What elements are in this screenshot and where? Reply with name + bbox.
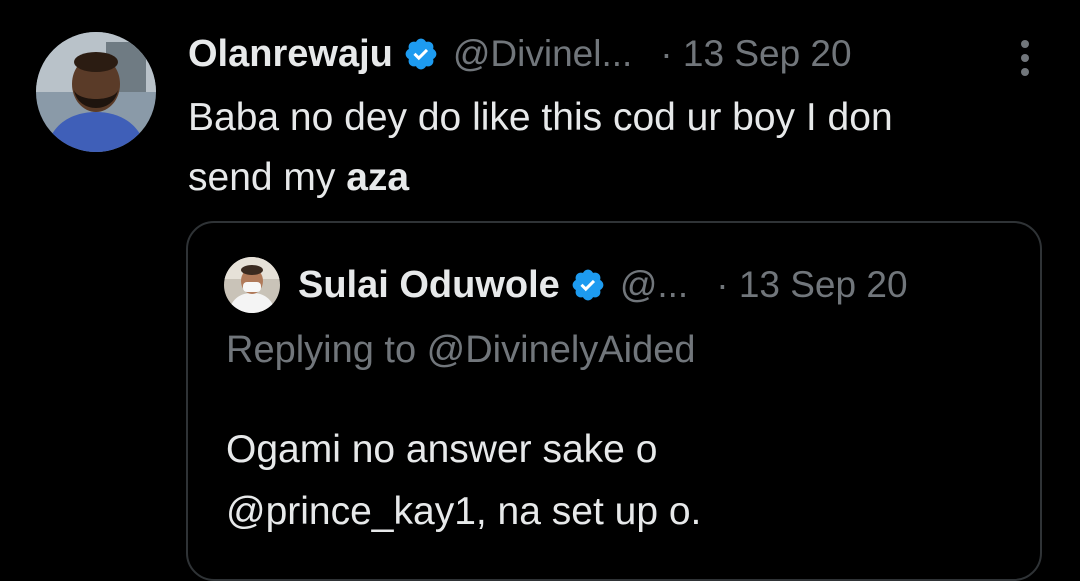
avatar[interactable] (36, 32, 156, 152)
display-name[interactable]: Olanrewaju (188, 33, 393, 76)
tweet-text-line1: Baba no dey do like this cod ur boy I do… (188, 96, 893, 139)
replying-to[interactable]: Replying to @DivinelyAided (226, 329, 695, 372)
quoted-handle[interactable]: @... (620, 264, 688, 306)
quoted-text-line2: @prince_kay1, na set up o. (226, 490, 702, 533)
verified-badge-icon (403, 36, 439, 72)
quoted-avatar[interactable] (224, 257, 280, 313)
quoted-avatar-image (224, 257, 280, 313)
handle[interactable]: @Divinel... (453, 33, 632, 75)
more-vertical-icon[interactable] (1018, 38, 1032, 78)
verified-badge-icon (570, 267, 606, 303)
tweet-text-line2: send my aza (188, 148, 1048, 208)
tweet-text: Baba no dey do like this cod ur boy I do… (188, 88, 1048, 208)
tweet-header: Olanrewaju @Divinel... · 13 Sep 20 (188, 28, 1048, 80)
avatar-image (36, 32, 156, 152)
quoted-tweet-header: Sulai Oduwole @... · 13 Sep 20 (224, 257, 1024, 313)
tweet-text-plain: send my (188, 156, 347, 199)
quoted-timestamp[interactable]: · 13 Sep 20 (716, 264, 907, 306)
quoted-text-line1: Ogami no answer sake o (226, 428, 658, 471)
tweet-text-bold: aza (346, 156, 410, 199)
quoted-tweet-card[interactable]: Sulai Oduwole @... · 13 Sep 20 Replying … (186, 221, 1042, 581)
timestamp[interactable]: · 13 Sep 20 (660, 33, 851, 75)
quoted-display-name[interactable]: Sulai Oduwole (298, 264, 560, 307)
quoted-tweet-text: Ogami no answer sake o @prince_kay1, na … (226, 419, 1006, 543)
